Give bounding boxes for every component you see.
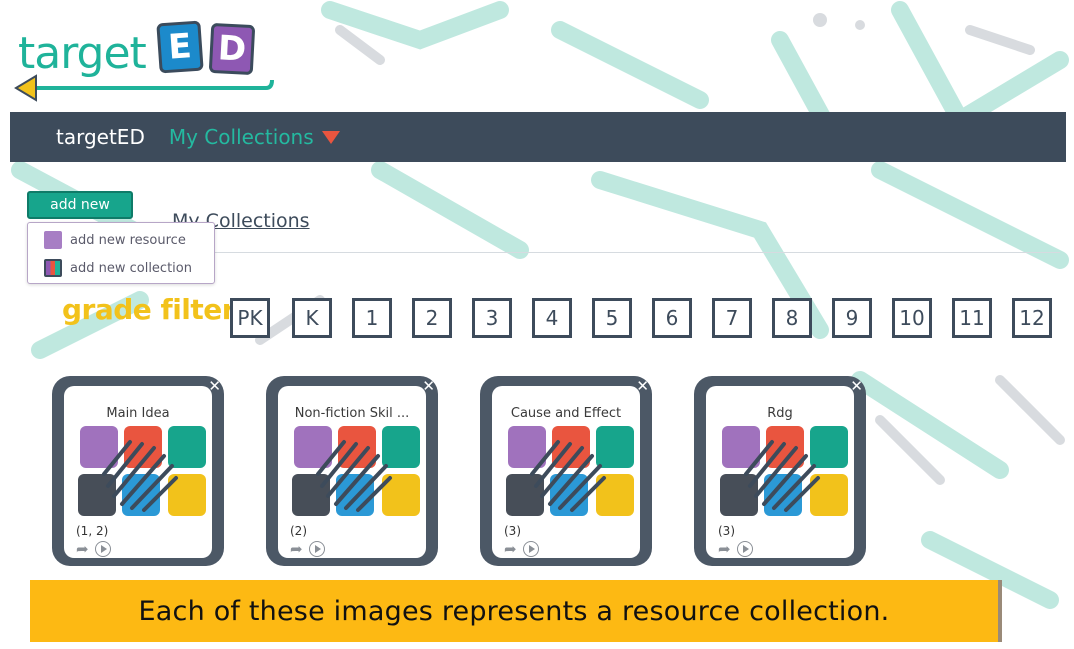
close-icon[interactable]: ✕ xyxy=(850,378,863,394)
grade-button-6[interactable]: 6 xyxy=(652,298,692,338)
add-new-collection-item[interactable]: add new collection xyxy=(44,257,192,279)
logo-letter-e: E xyxy=(156,20,204,74)
collection-actions: ➦ xyxy=(504,540,539,558)
caption-banner: Each of these images represents a resour… xyxy=(30,580,1002,642)
resource-icon xyxy=(44,231,62,249)
caret-down-icon xyxy=(321,130,340,144)
collection-card-body: Cause and Effect (3) ➦ xyxy=(492,386,640,558)
collection-card-body: Main Idea (1, 2) ➦ xyxy=(64,386,212,558)
collection-grades: (2) xyxy=(290,524,307,538)
close-icon[interactable]: ✕ xyxy=(422,378,435,394)
collection-title: Non-fiction Skil ... xyxy=(294,406,410,421)
collection-actions: ➦ xyxy=(718,540,753,558)
add-new-dropdown: add new resource add new collection xyxy=(27,222,215,284)
grade-button-4[interactable]: 4 xyxy=(532,298,572,338)
nav-brand-link[interactable]: targetED xyxy=(56,125,145,149)
grade-filter-label: grade filter xyxy=(62,293,236,326)
collection-icon xyxy=(44,259,62,277)
collection-actions: ➦ xyxy=(290,540,325,558)
share-arrow-icon[interactable]: ➦ xyxy=(718,540,731,558)
collection-title: Main Idea xyxy=(106,406,170,421)
grade-button-10[interactable]: 10 xyxy=(892,298,932,338)
add-new-collection-label: add new collection xyxy=(70,260,192,276)
collection-card-body: Non-fiction Skil ... (2) ➦ xyxy=(278,386,426,558)
grade-button-5[interactable]: 5 xyxy=(592,298,632,338)
scribble-icon xyxy=(316,440,392,512)
close-icon[interactable]: ✕ xyxy=(208,378,221,394)
share-arrow-icon[interactable]: ➦ xyxy=(504,540,517,558)
share-arrow-icon[interactable]: ➦ xyxy=(76,540,89,558)
logo-arrow-icon xyxy=(14,74,274,102)
grade-button-8[interactable]: 8 xyxy=(772,298,812,338)
grade-button-11[interactable]: 11 xyxy=(952,298,992,338)
collection-title: Cause and Effect xyxy=(510,406,622,421)
collection-card[interactable]: Non-fiction Skil ... (2) ➦ ✕ xyxy=(266,376,438,566)
collection-card-body: Rdg (3) ➦ xyxy=(706,386,854,558)
grade-button-12[interactable]: 12 xyxy=(1012,298,1052,338)
top-navbar: targetED My Collections xyxy=(10,112,1066,162)
grade-button-7[interactable]: 7 xyxy=(712,298,752,338)
collection-actions: ➦ xyxy=(76,540,111,558)
grade-button-1[interactable]: 1 xyxy=(352,298,392,338)
nav-my-collections-menu[interactable]: My Collections xyxy=(169,125,340,149)
share-arrow-icon[interactable]: ➦ xyxy=(290,540,303,558)
close-icon[interactable]: ✕ xyxy=(636,378,649,394)
scribble-icon xyxy=(530,440,606,512)
grade-button-9[interactable]: 9 xyxy=(832,298,872,338)
nav-my-collections-label: My Collections xyxy=(168,125,314,149)
collection-grades: (1, 2) xyxy=(76,524,109,538)
targeted-logo[interactable]: target E D xyxy=(14,14,284,106)
grade-button-pk[interactable]: PK xyxy=(230,298,270,338)
collection-grades: (3) xyxy=(718,524,735,538)
grade-button-2[interactable]: 2 xyxy=(412,298,452,338)
collection-card[interactable]: Rdg (3) ➦ ✕ xyxy=(694,376,866,566)
scribble-icon xyxy=(102,440,178,512)
add-new-resource-label: add new resource xyxy=(70,232,186,248)
scribble-icon xyxy=(744,440,820,512)
logo-letter-d: D xyxy=(208,22,256,76)
grade-button-3[interactable]: 3 xyxy=(472,298,512,338)
collection-card[interactable]: Main Idea (1, 2) ➦ ✕ xyxy=(52,376,224,566)
collection-card[interactable]: Cause and Effect (3) ➦ ✕ xyxy=(480,376,652,566)
collection-grades: (3) xyxy=(504,524,521,538)
collection-title: Rdg xyxy=(767,406,793,421)
add-new-button[interactable]: add new xyxy=(27,191,133,219)
play-icon[interactable] xyxy=(522,541,539,557)
play-icon[interactable] xyxy=(736,541,753,557)
play-icon[interactable] xyxy=(308,541,325,557)
grade-button-k[interactable]: K xyxy=(292,298,332,338)
add-new-resource-item[interactable]: add new resource xyxy=(44,229,186,251)
play-icon[interactable] xyxy=(94,541,111,557)
